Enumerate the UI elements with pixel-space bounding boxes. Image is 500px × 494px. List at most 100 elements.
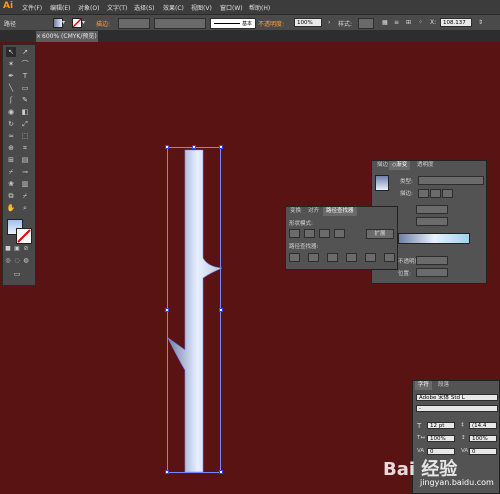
chevron-up-down-icon[interactable]: ⇕ bbox=[478, 19, 483, 26]
gradient-type-select[interactable] bbox=[418, 176, 484, 185]
divide-icon[interactable] bbox=[289, 253, 300, 262]
menu-file[interactable]: 文件(F) bbox=[22, 3, 42, 12]
gradient-tool-icon[interactable]: ▤ bbox=[20, 155, 30, 165]
font-family-field[interactable]: Adobe 宋体 Std L bbox=[416, 394, 498, 401]
column-graph-tool-icon[interactable]: ▥ bbox=[20, 179, 30, 189]
font-style-field[interactable]: - bbox=[416, 405, 498, 412]
bbox-handle-top-right[interactable] bbox=[219, 145, 223, 149]
line-tool-icon[interactable]: ╲ bbox=[6, 83, 16, 93]
variable-width-profile[interactable] bbox=[154, 18, 206, 29]
menu-select[interactable]: 选择(S) bbox=[134, 3, 155, 12]
tab-pathfinder[interactable]: 路径查找器 bbox=[323, 207, 357, 216]
bbox-handle-right[interactable] bbox=[219, 308, 223, 312]
opacity-label[interactable]: 不透明度: bbox=[258, 19, 284, 28]
symbol-sprayer-tool-icon[interactable]: ❀ bbox=[6, 179, 16, 189]
shape-builder-tool-icon[interactable]: ⊕ bbox=[6, 143, 16, 153]
draw-inside-icon[interactable]: ◍ bbox=[21, 256, 31, 266]
font-size-field[interactable]: 12 pt bbox=[427, 422, 455, 429]
direct-selection-tool-icon[interactable]: ↗ bbox=[20, 47, 30, 57]
mesh-tool-icon[interactable]: ⊞ bbox=[6, 155, 16, 165]
perspective-grid-tool-icon[interactable]: ⌗ bbox=[20, 143, 30, 153]
horizontal-scale-field[interactable]: 100% bbox=[427, 435, 455, 442]
bbox-handle-top[interactable] bbox=[192, 145, 196, 149]
document-tab[interactable]: × 600% (CMYK/预览) bbox=[36, 31, 98, 42]
exclude-icon[interactable] bbox=[334, 229, 345, 238]
screen-mode-icon[interactable]: ▭ bbox=[12, 269, 22, 279]
stroke-weight-field[interactable] bbox=[118, 18, 150, 29]
gradient-aspect-field[interactable] bbox=[416, 217, 448, 226]
eyedropper-tool-icon[interactable]: ⌿ bbox=[6, 167, 16, 177]
gradient-preview-swatch[interactable] bbox=[375, 175, 389, 191]
vertical-scale-field[interactable]: 100% bbox=[469, 435, 497, 442]
stroke-along-button[interactable] bbox=[430, 189, 441, 198]
tab-paragraph[interactable]: 段落 bbox=[435, 381, 452, 390]
tab-align[interactable]: 对齐 bbox=[305, 207, 322, 216]
scale-tool-icon[interactable]: ⤢ bbox=[20, 119, 30, 129]
chevron-down-icon[interactable]: ▾ bbox=[62, 19, 65, 26]
free-transform-tool-icon[interactable]: ⬚ bbox=[20, 131, 30, 141]
close-icon[interactable]: × bbox=[36, 31, 41, 42]
hand-tool-icon[interactable]: ✋ bbox=[6, 203, 16, 213]
pencil-tool-icon[interactable]: ✎ bbox=[20, 95, 30, 105]
warp-tool-icon[interactable]: ≈ bbox=[6, 131, 16, 141]
stroke-within-button[interactable] bbox=[418, 189, 429, 198]
menu-view[interactable]: 视图(V) bbox=[191, 3, 212, 12]
gradient-opacity-field[interactable] bbox=[416, 256, 448, 265]
menu-help[interactable]: 帮助(H) bbox=[249, 3, 270, 12]
menu-object[interactable]: 对象(O) bbox=[78, 3, 99, 12]
magic-wand-tool-icon[interactable]: ✶ bbox=[6, 59, 16, 69]
merge-icon[interactable] bbox=[327, 253, 338, 262]
minus-front-icon[interactable] bbox=[304, 229, 315, 238]
stroke-label[interactable]: 描边: bbox=[96, 19, 110, 28]
bbox-handle-bottom-right[interactable] bbox=[219, 470, 223, 474]
tab-transform[interactable]: 变换 bbox=[287, 207, 304, 216]
pen-tool-icon[interactable]: ✒ bbox=[6, 71, 16, 81]
unite-icon[interactable] bbox=[289, 229, 300, 238]
graphic-style-swatch[interactable] bbox=[358, 18, 374, 29]
slice-tool-icon[interactable]: ⌿ bbox=[20, 191, 30, 201]
expand-button[interactable]: 扩展 bbox=[366, 229, 394, 239]
menu-type[interactable]: 文字(T) bbox=[107, 3, 127, 12]
selection-bounding-box[interactable] bbox=[167, 147, 221, 473]
tab-gradient[interactable]: ◇渐变 bbox=[389, 161, 411, 170]
grid-icon[interactable]: ▦ bbox=[382, 19, 388, 26]
chevron-right-icon[interactable]: › bbox=[328, 19, 330, 26]
gradient-location-field[interactable] bbox=[416, 268, 448, 277]
rectangle-tool-icon[interactable]: ▭ bbox=[20, 83, 30, 93]
menu-window[interactable]: 窗口(W) bbox=[220, 3, 243, 12]
selection-tool-icon[interactable]: ↖ bbox=[6, 47, 16, 57]
reference-point-icon[interactable]: ⁘ bbox=[418, 19, 423, 26]
menu-effect[interactable]: 效果(C) bbox=[163, 3, 184, 12]
lasso-tool-icon[interactable]: ⌒ bbox=[20, 59, 30, 69]
stroke-across-button[interactable] bbox=[442, 189, 453, 198]
tracking-field[interactable]: 0 bbox=[469, 448, 497, 455]
rotate-tool-icon[interactable]: ↻ bbox=[6, 119, 16, 129]
trim-icon[interactable] bbox=[308, 253, 319, 262]
kerning-field[interactable]: 0 bbox=[427, 448, 455, 455]
eraser-tool-icon[interactable]: ◧ bbox=[20, 107, 30, 117]
tab-transparency[interactable]: 透明度 bbox=[414, 161, 437, 170]
minus-back-icon[interactable] bbox=[384, 253, 395, 262]
blend-tool-icon[interactable]: ⊸ bbox=[20, 167, 30, 177]
gradient-angle-field[interactable] bbox=[416, 205, 448, 214]
outline-icon[interactable] bbox=[365, 253, 376, 262]
paintbrush-tool-icon[interactable]: ʃ bbox=[6, 95, 16, 105]
bbox-handle-bottom-left[interactable] bbox=[165, 470, 169, 474]
stroke-color-swatch[interactable] bbox=[16, 228, 32, 244]
chevron-down-icon[interactable]: ▾ bbox=[82, 19, 85, 26]
artboard-tool-icon[interactable]: ⧉ bbox=[6, 191, 16, 201]
bbox-handle-left[interactable] bbox=[165, 308, 169, 312]
type-tool-icon[interactable]: T bbox=[20, 71, 30, 81]
transform-icon[interactable]: ⊞ bbox=[406, 19, 411, 26]
tab-character[interactable]: 字符 bbox=[415, 381, 433, 390]
stroke-none-swatch[interactable] bbox=[72, 18, 82, 28]
align-icon[interactable]: ≡ bbox=[394, 19, 399, 26]
x-field[interactable]: 108.137 bbox=[440, 18, 472, 27]
crop-icon[interactable] bbox=[346, 253, 357, 262]
menu-edit[interactable]: 编辑(E) bbox=[50, 3, 70, 12]
leading-field[interactable]: (14.4 bbox=[469, 422, 497, 429]
opacity-field[interactable]: 100% bbox=[294, 18, 322, 27]
gradient-slider-bar[interactable] bbox=[398, 233, 470, 244]
bbox-handle-top-left[interactable] bbox=[165, 145, 169, 149]
blob-brush-tool-icon[interactable]: ◉ bbox=[6, 107, 16, 117]
